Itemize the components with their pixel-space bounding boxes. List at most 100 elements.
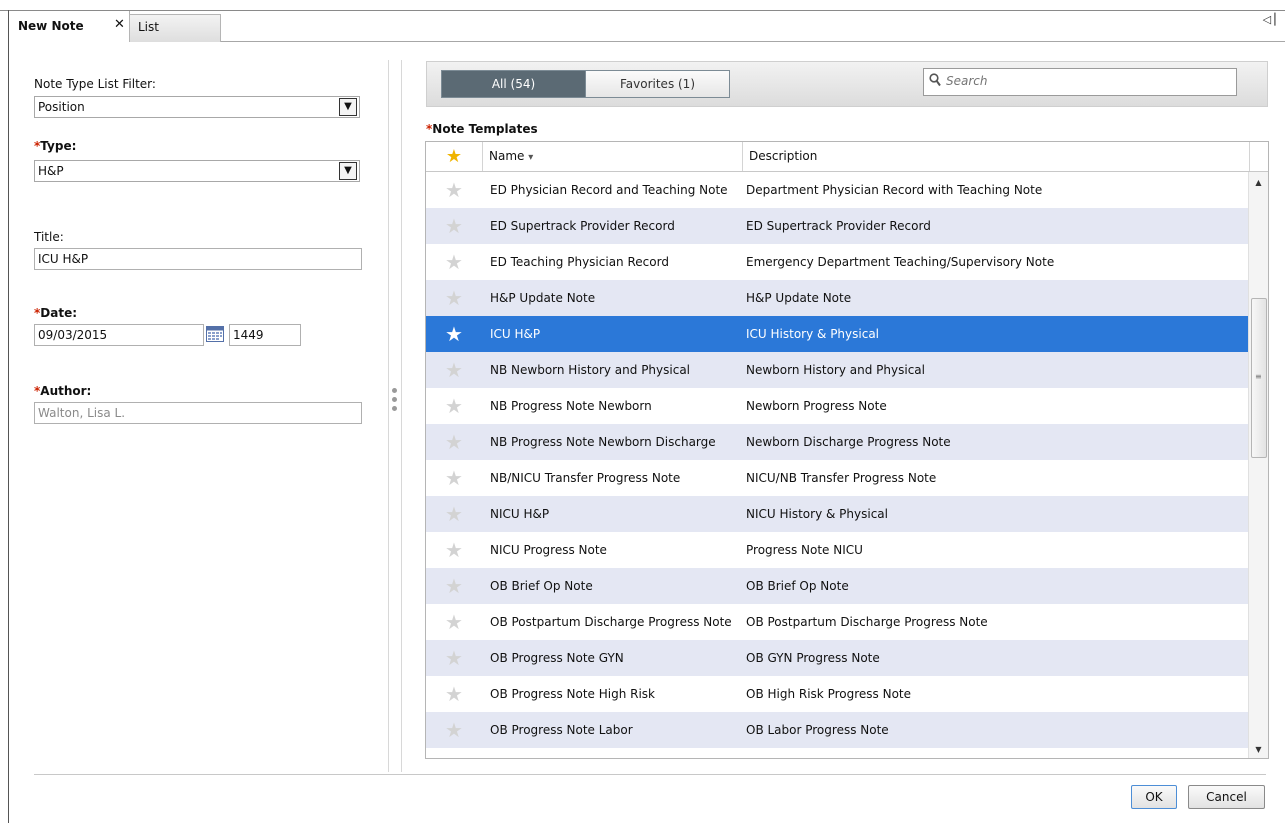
- template-name: NB Progress Note Newborn: [490, 399, 652, 413]
- name-column-header[interactable]: Name ▾: [482, 142, 743, 171]
- favorite-star-icon[interactable]: ★: [426, 424, 482, 460]
- chevron-down-icon[interactable]: ▼: [339, 162, 357, 180]
- title-input[interactable]: ICU H&P: [34, 248, 362, 270]
- date-input[interactable]: 09/03/2015: [34, 324, 204, 346]
- tab-new-note[interactable]: New Note ✕: [9, 11, 130, 42]
- footer-divider: [34, 774, 1266, 775]
- template-row[interactable]: ★ NICU H&P NICU History & Physical: [426, 496, 1248, 532]
- date-value: 09/03/2015: [38, 328, 108, 342]
- template-row[interactable]: ★ ICU H&P ICU History & Physical: [426, 316, 1248, 352]
- template-row[interactable]: ★ NICU Progress Note Progress Note NICU: [426, 532, 1248, 568]
- scroll-up-icon[interactable]: ▲: [1249, 178, 1268, 187]
- template-name: ED Physician Record and Teaching Note: [490, 183, 728, 197]
- favorite-star-icon[interactable]: ★: [426, 532, 482, 568]
- template-description: Progress Note NICU: [746, 543, 863, 557]
- template-name: H&P Update Note: [490, 291, 596, 305]
- favorite-star-icon[interactable]: ★: [426, 208, 482, 244]
- template-row[interactable]: ★ NB Newborn History and Physical Newborn …: [426, 352, 1248, 388]
- time-value: 1449: [233, 328, 264, 342]
- note-templates-title-text: Note Templates: [432, 122, 538, 136]
- template-row[interactable]: ★ ED Physician Record and Teaching Note De…: [426, 172, 1248, 208]
- note-templates-title: *Note Templates: [426, 122, 538, 136]
- favorite-star-icon[interactable]: ★: [426, 676, 482, 712]
- favorite-star-icon[interactable]: ★: [426, 748, 482, 758]
- favorite-star-icon[interactable]: ★: [426, 388, 482, 424]
- cancel-button[interactable]: Cancel: [1188, 785, 1265, 809]
- favorite-star-icon[interactable]: ★: [426, 460, 482, 496]
- favorite-star-icon[interactable]: ★: [426, 280, 482, 316]
- template-row[interactable]: ★ OB Progress Note PostpartumOB Postpartu…: [426, 748, 1248, 758]
- grid-header: ★ Name ▾ Description: [426, 142, 1268, 172]
- author-label: *Author:: [34, 384, 91, 398]
- time-input[interactable]: 1449: [229, 324, 301, 346]
- template-description: OB Postpartum Discharge Progress Note: [746, 615, 988, 629]
- template-row[interactable]: ★ NB Progress Note Newborn Newborn Progres…: [426, 388, 1248, 424]
- type-label-text: Type:: [40, 139, 77, 153]
- favorite-star-icon[interactable]: ★: [426, 568, 482, 604]
- template-row[interactable]: ★ ED Supertrack Provider Record ED Supertr…: [426, 208, 1248, 244]
- title-value: ICU H&P: [38, 252, 89, 266]
- template-row[interactable]: ★ OB Progress Note High Risk OB High Risk …: [426, 676, 1248, 712]
- favorite-star-icon[interactable]: ★: [426, 172, 482, 208]
- template-row[interactable]: ★ NB Progress Note Newborn Discharge Newbo…: [426, 424, 1248, 460]
- template-name: OB Postpartum Discharge Progress Note: [490, 615, 732, 629]
- scrollbar-thumb[interactable]: ≡: [1251, 298, 1267, 458]
- note-templates-grid: ★ Name ▾ Description ★ ED Physician Recor…: [425, 141, 1269, 759]
- template-description: Newborn Discharge Progress Note: [746, 435, 951, 449]
- template-name: ED Teaching Physician Record: [490, 255, 669, 269]
- template-name: NICU Progress Note: [490, 543, 607, 557]
- favorite-star-icon[interactable]: ★: [426, 352, 482, 388]
- date-label: *Date:: [34, 306, 77, 320]
- grip-dot: [392, 388, 397, 393]
- template-row[interactable]: ★ OB Postpartum Discharge Progress Note OB…: [426, 604, 1248, 640]
- template-filter-bar: All (54) Favorites (1): [426, 61, 1268, 107]
- chevron-down-icon[interactable]: ▼: [339, 98, 357, 116]
- author-input[interactable]: Walton, Lisa L.: [34, 402, 362, 424]
- search-box[interactable]: [923, 68, 1237, 96]
- template-row[interactable]: ★ OB Brief Op Note OB Brief Op Note: [426, 568, 1248, 604]
- template-row[interactable]: ★ H&P Update Note H&P Update Note: [426, 280, 1248, 316]
- panel-splitter[interactable]: [388, 60, 402, 772]
- template-name: ICU H&P: [490, 327, 541, 341]
- type-select[interactable]: H&P ▼: [34, 160, 360, 182]
- template-name: OB Progress Note Labor: [490, 723, 633, 737]
- favorite-star-icon[interactable]: ★: [426, 496, 482, 532]
- template-description: Emergency Department Teaching/Supervisor…: [746, 255, 1055, 269]
- sort-desc-icon: ▾: [528, 152, 534, 163]
- template-description: Department Physician Record with Teachin…: [746, 183, 1043, 197]
- favorite-star-icon[interactable]: ★: [426, 244, 482, 280]
- tab-list[interactable]: List: [129, 14, 221, 42]
- favorite-star-icon[interactable]: ★: [426, 316, 482, 352]
- template-name: NICU H&P: [490, 507, 550, 521]
- favorite-star-icon[interactable]: ★: [426, 640, 482, 676]
- template-description: OB Labor Progress Note: [746, 723, 889, 737]
- favorite-star-icon[interactable]: ★: [426, 604, 482, 640]
- date-label-text: Date:: [40, 306, 78, 320]
- grip-icon: ≡: [1255, 372, 1262, 381]
- template-row[interactable]: ★ OB Progress Note Labor OB Labor Progress…: [426, 712, 1248, 748]
- template-row[interactable]: ★ NB/NICU Transfer Progress Note NICU/NB T…: [426, 460, 1248, 496]
- scroll-down-icon[interactable]: ▼: [1249, 745, 1268, 754]
- favorite-column-star-icon[interactable]: ★: [426, 142, 483, 171]
- ok-button[interactable]: OK: [1131, 785, 1177, 809]
- vertical-scrollbar[interactable]: ▲ ≡ ▼: [1248, 172, 1268, 758]
- grip-dot: [392, 397, 397, 402]
- template-description: ICU History & Physical: [746, 327, 880, 341]
- title-label: Title:: [34, 230, 64, 244]
- search-input[interactable]: [944, 73, 1228, 89]
- filter-favorites-button[interactable]: Favorites (1): [585, 70, 730, 98]
- template-name: OB Progress Note Postpartum: [490, 748, 745, 758]
- template-description: OB Brief Op Note: [746, 579, 849, 593]
- template-row[interactable]: ★ OB Progress Note GYN OB GYN Progress Not…: [426, 640, 1248, 676]
- template-description: NICU/NB Transfer Progress Note: [746, 471, 937, 485]
- template-description: H&P Update Note: [746, 291, 852, 305]
- favorite-star-icon[interactable]: ★: [426, 712, 482, 748]
- note-type-filter-select[interactable]: Position ▼: [34, 96, 360, 118]
- calendar-icon[interactable]: [206, 326, 224, 342]
- template-name: NB/NICU Transfer Progress Note: [490, 471, 681, 485]
- template-row[interactable]: ★ ED Teaching Physician Record Emergency D…: [426, 244, 1248, 280]
- description-column-header[interactable]: Description: [743, 142, 1250, 171]
- filter-all-button[interactable]: All (54): [441, 70, 586, 98]
- close-icon[interactable]: ✕: [114, 17, 125, 32]
- tab-scroll-left-icon[interactable]: ◁ ▏: [1263, 13, 1283, 26]
